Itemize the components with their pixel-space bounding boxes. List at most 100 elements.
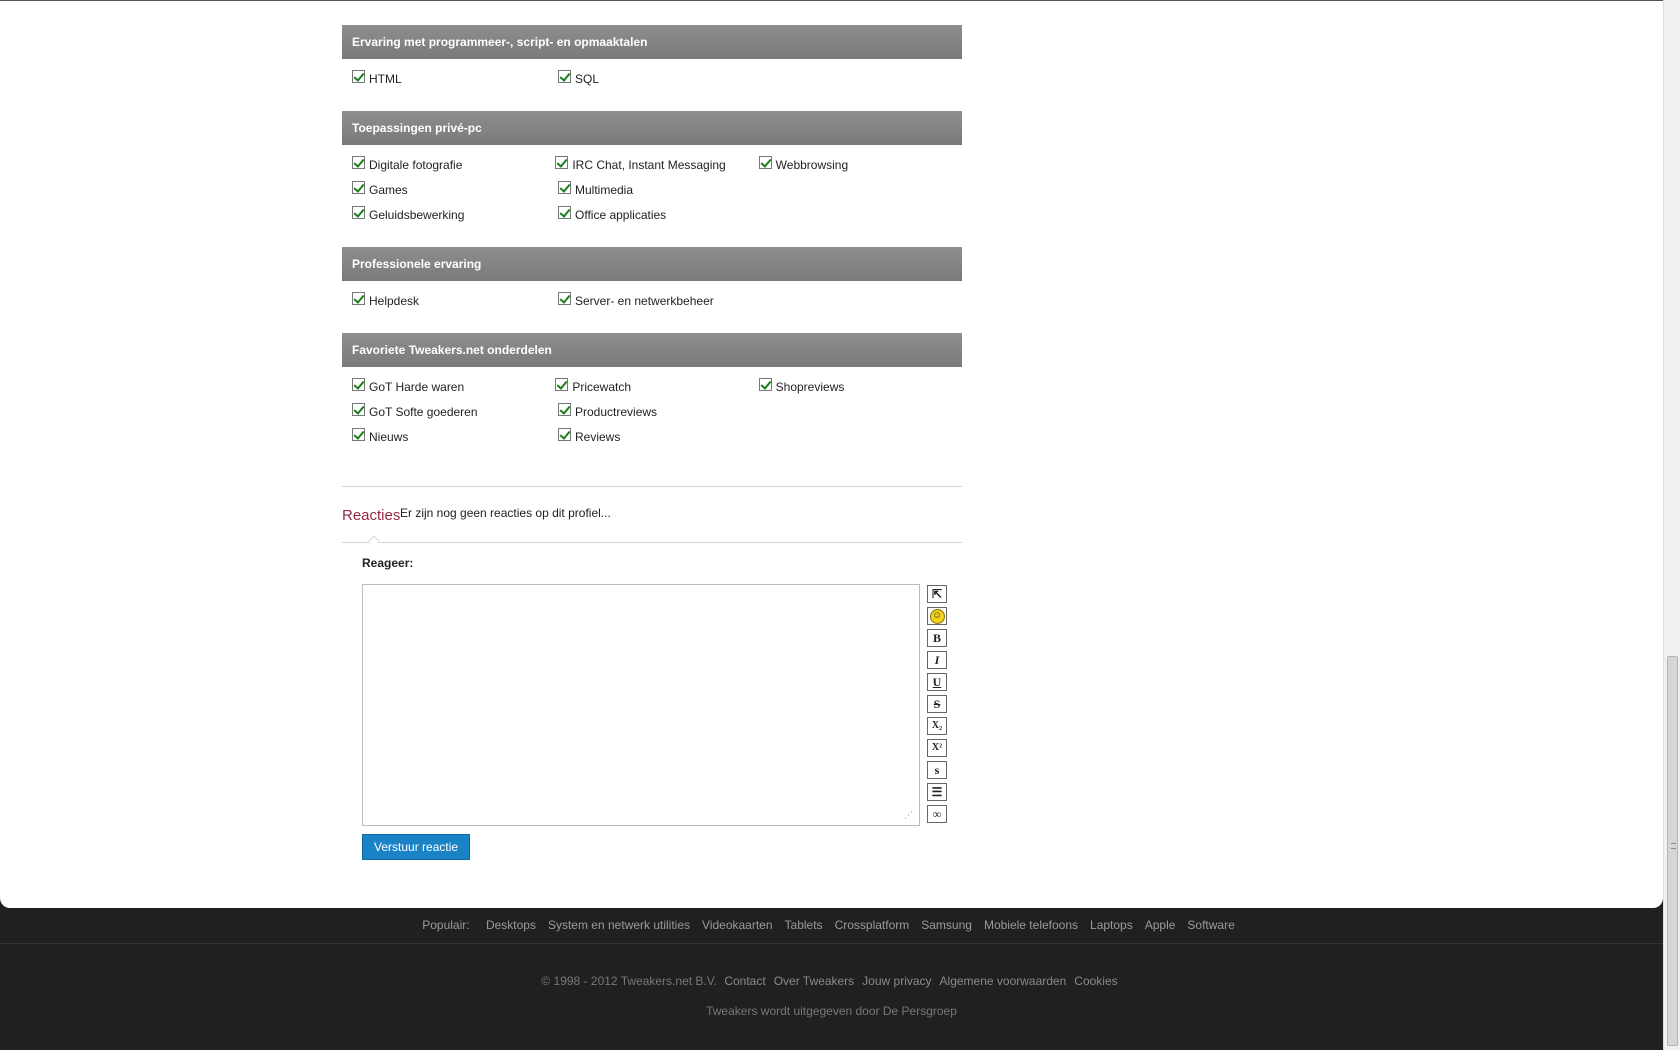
checkbox-label: Shopreviews: [775, 380, 845, 394]
section-body: HTML SQL: [342, 59, 962, 94]
section-header: Toepassingen privé-pc: [342, 111, 962, 145]
checkbox-option[interactable]: Productreviews: [558, 402, 764, 427]
footer-divider: [0, 943, 1663, 944]
popular-label: Populair:: [422, 918, 470, 932]
list-icon[interactable]: ☰: [927, 783, 947, 801]
footer-popular-link[interactable]: Apple: [1145, 918, 1176, 932]
italic-icon[interactable]: I: [927, 651, 947, 669]
checkbox-label: Office applicaties: [575, 208, 667, 222]
checkbox-label: GoT Softe goederen: [369, 405, 478, 419]
checked-checkbox-icon[interactable]: [352, 403, 365, 416]
option-row: Geluidsbewerking Office applicaties: [352, 205, 962, 230]
section-body: GoT Harde waren Pricewatch Shopreviews GoT …: [342, 367, 962, 452]
profile-sections: Ervaring met programmeer-, script- en op…: [342, 25, 962, 452]
checked-checkbox-icon[interactable]: [352, 378, 365, 391]
footer-popular-link[interactable]: Crossplatform: [835, 918, 910, 932]
footer-link[interactable]: Cookies: [1074, 974, 1117, 988]
footer-popular-link[interactable]: Videokaarten: [702, 918, 773, 932]
checkbox-option[interactable]: Games: [352, 180, 558, 205]
checkbox-option[interactable]: Multimedia: [558, 180, 764, 205]
checked-checkbox-icon[interactable]: [558, 181, 571, 194]
section-body: Helpdesk Server- en netwerkbeheer: [342, 281, 962, 316]
checkbox-option[interactable]: Pricewatch: [555, 377, 758, 402]
option-row: Games Multimedia: [352, 180, 962, 205]
strikethrough-icon[interactable]: S: [927, 695, 947, 713]
checked-checkbox-icon[interactable]: [558, 70, 571, 83]
footer-link[interactable]: Over Tweakers: [774, 974, 854, 988]
no-reactions-text: Er zijn nog geen reacties op dit profiel…: [400, 506, 611, 520]
checkbox-option[interactable]: HTML: [352, 69, 558, 94]
scrollbar-thumb[interactable]: [1667, 656, 1678, 1046]
footer-popular-link[interactable]: Desktops: [486, 918, 536, 932]
footer-popular-link[interactable]: Laptops: [1090, 918, 1133, 932]
checked-checkbox-icon[interactable]: [555, 156, 569, 169]
checked-checkbox-icon[interactable]: [352, 292, 365, 305]
small-text-icon[interactable]: s: [927, 761, 947, 779]
footer-popular-link[interactable]: Tablets: [785, 918, 823, 932]
checkbox-option[interactable]: Shopreviews: [758, 377, 962, 402]
vertical-scrollbar[interactable]: [1663, 0, 1680, 1050]
checkbox-option[interactable]: GoT Softe goederen: [352, 402, 558, 427]
footer-link[interactable]: Jouw privacy: [862, 974, 931, 988]
checked-checkbox-icon[interactable]: [352, 428, 365, 441]
checked-checkbox-icon[interactable]: [558, 206, 571, 219]
checked-checkbox-icon[interactable]: [352, 70, 365, 83]
option-row: GoT Softe goederen Productreviews: [352, 402, 962, 427]
checkbox-option[interactable]: Geluidsbewerking: [352, 205, 558, 230]
submit-reply-button[interactable]: Verstuur reactie: [362, 834, 471, 860]
publisher-text: Tweakers wordt uitgegeven door De Persgr…: [706, 1004, 957, 1018]
checked-checkbox-icon[interactable]: [352, 156, 365, 169]
option-row: Nieuws Reviews: [352, 427, 962, 452]
checkbox-option[interactable]: GoT Harde waren: [352, 377, 555, 402]
link-icon[interactable]: ∞: [927, 805, 947, 823]
footer-link[interactable]: Contact: [724, 974, 765, 988]
checkbox-option[interactable]: Nieuws: [352, 427, 558, 452]
divider-top: [342, 486, 962, 487]
checkbox-option[interactable]: Server- en netwerkbeheer: [558, 291, 764, 316]
option-row: GoT Harde waren Pricewatch Shopreviews: [352, 377, 962, 402]
footer-popular-link[interactable]: System en netwerk utilities: [548, 918, 690, 932]
reply-textarea[interactable]: [362, 584, 920, 826]
smiley-face: ☺: [929, 609, 945, 624]
checkbox-option[interactable]: Office applicaties: [558, 205, 764, 230]
checked-checkbox-icon[interactable]: [555, 378, 569, 391]
section-body: Digitale fotografie IRC Chat, Instant Mes…: [342, 145, 962, 230]
checkbox-option[interactable]: Webbrowsing: [758, 155, 962, 180]
footer-popular-link[interactable]: Samsung: [921, 918, 972, 932]
checkbox-option[interactable]: SQL: [558, 69, 764, 94]
checkbox-label: HTML: [369, 72, 402, 86]
checked-checkbox-icon[interactable]: [352, 181, 365, 194]
checkbox-label: Webbrowsing: [775, 158, 849, 172]
checkbox-label: Games: [369, 183, 408, 197]
smiley-icon[interactable]: ☺: [927, 607, 947, 625]
checkbox-option[interactable]: Digitale fotografie: [352, 155, 555, 180]
footer-popular-link[interactable]: Software: [1187, 918, 1234, 932]
footer-popular-link[interactable]: Mobiele telefoons: [984, 918, 1078, 932]
checked-checkbox-icon[interactable]: [352, 206, 365, 219]
subscript-icon[interactable]: X₂: [927, 717, 947, 735]
option-row: Digitale fotografie IRC Chat, Instant Mes…: [352, 155, 962, 180]
checked-checkbox-icon[interactable]: [758, 378, 772, 391]
resize-grip-icon[interactable]: ⋰: [904, 810, 916, 822]
divider-bottom: [342, 542, 962, 543]
checked-checkbox-icon[interactable]: [758, 156, 772, 169]
section-header: Favoriete Tweakers.net onderdelen: [342, 333, 962, 367]
checkbox-label: Helpdesk: [369, 294, 420, 308]
checkbox-label: Nieuws: [369, 430, 409, 444]
checkbox-label: SQL: [575, 72, 600, 86]
checkbox-option[interactable]: Helpdesk: [352, 291, 558, 316]
superscript-icon[interactable]: X²: [927, 739, 947, 757]
footer-link[interactable]: Algemene voorwaarden: [940, 974, 1067, 988]
checkbox-label: Multimedia: [575, 183, 634, 197]
checked-checkbox-icon[interactable]: [558, 428, 571, 441]
bold-icon[interactable]: B: [927, 629, 947, 647]
checkbox-label: Digitale fotografie: [369, 158, 463, 172]
checked-checkbox-icon[interactable]: [558, 292, 571, 305]
underline-icon[interactable]: U: [927, 673, 947, 691]
checkbox-option[interactable]: Reviews: [558, 427, 764, 452]
checkbox-option[interactable]: IRC Chat, Instant Messaging: [555, 155, 758, 180]
section-header: Professionele ervaring: [342, 247, 962, 281]
popout-icon[interactable]: ⇱: [927, 585, 947, 603]
checked-checkbox-icon[interactable]: [558, 403, 571, 416]
checkbox-label: IRC Chat, Instant Messaging: [572, 158, 726, 172]
